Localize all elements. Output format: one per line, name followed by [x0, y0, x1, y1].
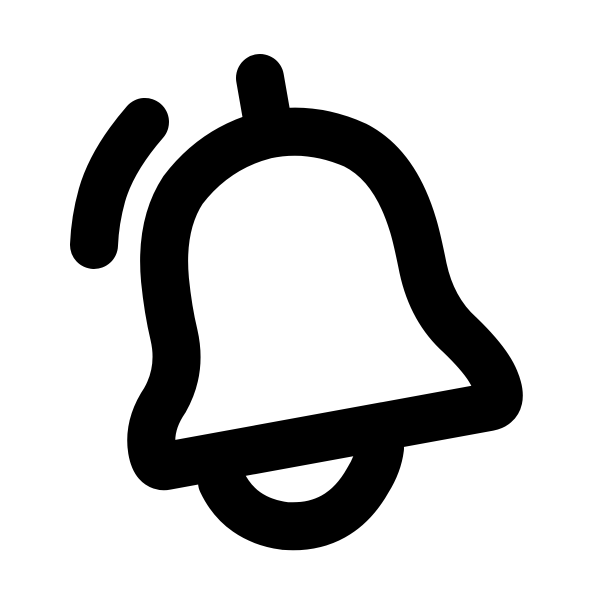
icon-canvas: [0, 0, 600, 600]
ringing-arc: [70, 98, 169, 269]
bell-top-stem: [236, 54, 291, 142]
bell-ringing-icon: [70, 54, 523, 551]
bell-body: [127, 107, 523, 491]
bell-icon-strokes: [70, 54, 523, 551]
